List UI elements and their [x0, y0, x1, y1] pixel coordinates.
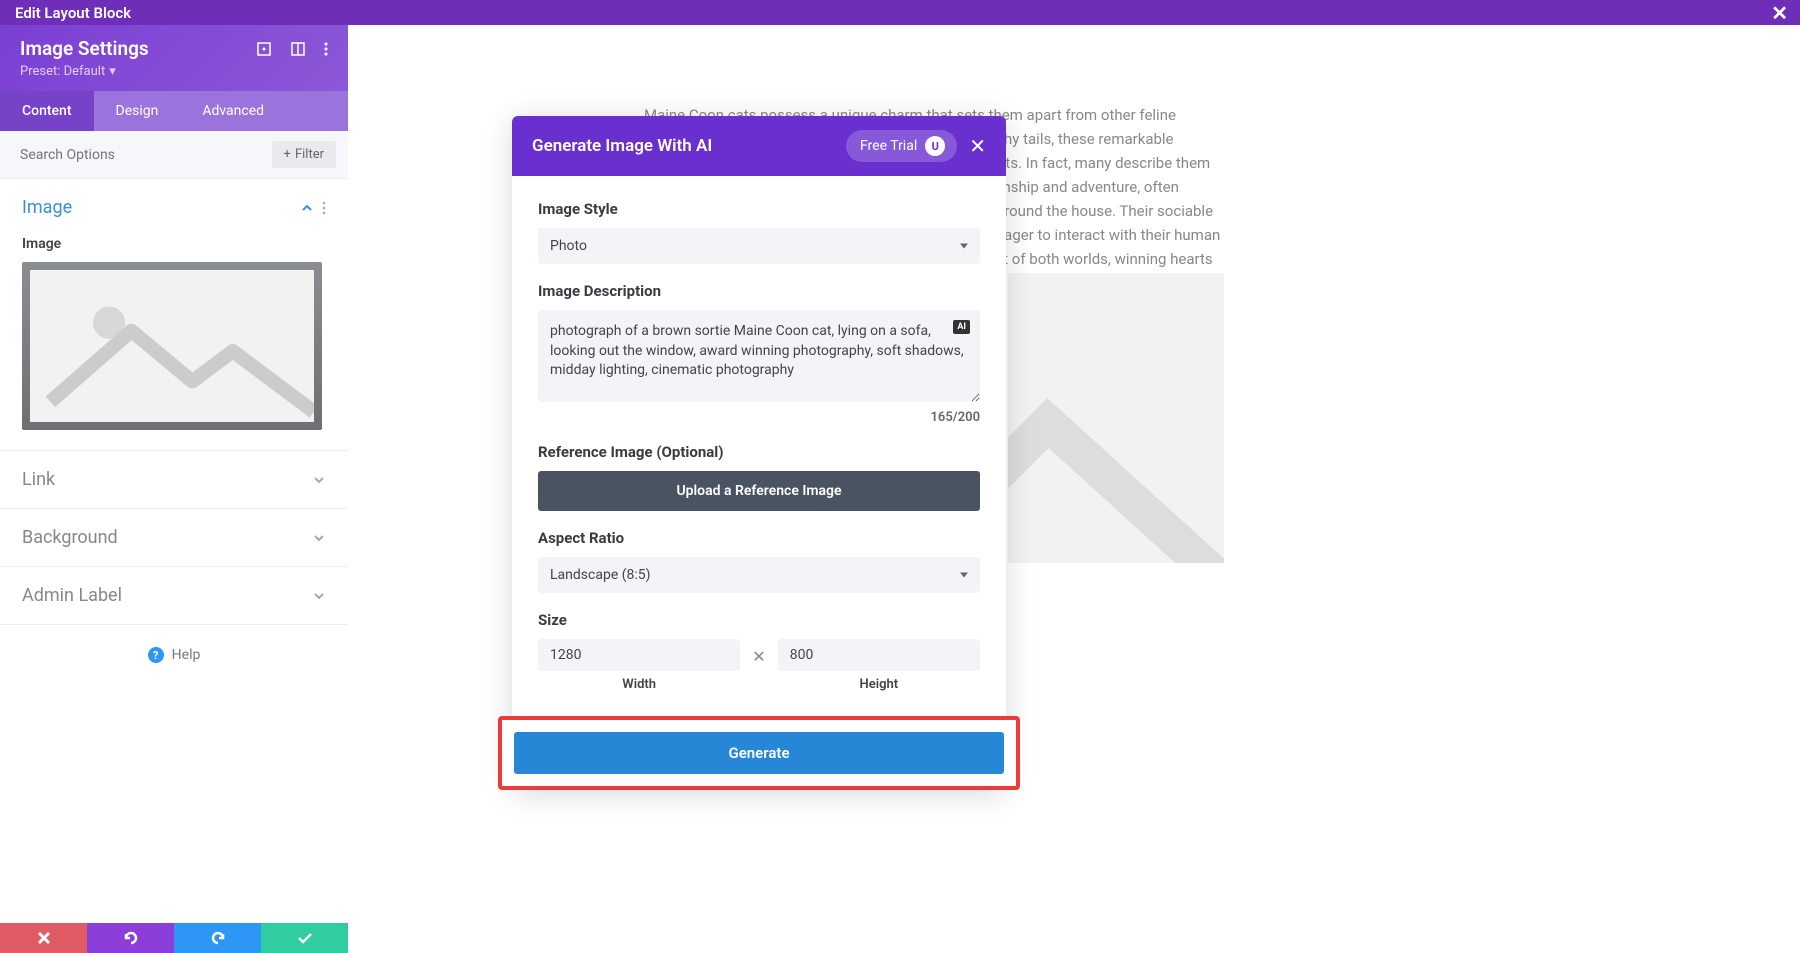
settings-sidebar: Image Settings Preset: Default ▾ Content… — [0, 25, 348, 953]
description-label: Image Description — [538, 282, 980, 300]
filter-button[interactable]: + Filter — [272, 141, 336, 168]
generate-highlight: Generate — [498, 716, 1020, 790]
section-header-admin-label[interactable]: Admin Label — [0, 567, 348, 624]
height-input[interactable] — [778, 639, 980, 671]
search-row: + Filter — [0, 131, 348, 179]
section-admin-label: Admin Label — [0, 567, 348, 625]
more-icon[interactable] — [322, 201, 326, 215]
modal-title: Generate Image With AI — [532, 136, 712, 156]
plus-icon: + — [284, 147, 291, 162]
reference-label: Reference Image (Optional) — [538, 443, 980, 461]
image-upload-area[interactable] — [22, 262, 322, 430]
section-header-background[interactable]: Background — [0, 509, 348, 566]
image-style-label: Image Style — [538, 200, 980, 218]
save-button[interactable] — [261, 923, 348, 953]
redo-button[interactable] — [174, 923, 261, 953]
generate-button[interactable]: Generate — [514, 732, 1004, 774]
settings-tabs: Content Design Advanced — [0, 91, 348, 131]
tab-advanced[interactable]: Advanced — [180, 91, 286, 131]
undo-button[interactable] — [87, 923, 174, 953]
chevron-down-icon — [312, 531, 326, 545]
section-link: Link — [0, 451, 348, 509]
ai-image-modal: Generate Image With AI Free Trial U ✕ Im… — [512, 116, 1006, 790]
chevron-down-icon — [312, 589, 326, 603]
chevron-down-icon: ▾ — [109, 64, 116, 79]
section-header-link[interactable]: Link — [0, 451, 348, 508]
window-header: Edit Layout Block ✕ — [0, 0, 1800, 25]
content-image-placeholder — [1008, 273, 1224, 563]
modal-header: Generate Image With AI Free Trial U ✕ — [512, 116, 1006, 176]
section-header-image[interactable]: Image — [0, 179, 348, 236]
image-field-label: Image — [22, 236, 326, 252]
action-bar — [0, 923, 348, 953]
aspect-label: Aspect Ratio — [538, 529, 980, 547]
chevron-up-icon — [300, 201, 314, 215]
more-icon[interactable] — [324, 41, 328, 57]
tab-design[interactable]: Design — [94, 91, 181, 131]
cancel-button[interactable] — [0, 923, 87, 953]
upload-reference-button[interactable]: Upload a Reference Image — [538, 471, 980, 511]
expand-icon[interactable] — [256, 41, 272, 57]
width-input[interactable] — [538, 639, 740, 671]
width-label: Width — [538, 677, 740, 692]
sidebar-header: Image Settings Preset: Default ▾ Content… — [0, 25, 348, 131]
help-link[interactable]: ? Help — [0, 625, 348, 685]
section-image: Image Image — [0, 179, 348, 451]
search-input[interactable] — [12, 143, 272, 167]
close-icon[interactable]: ✕ — [1771, 1, 1788, 25]
tab-content[interactable]: Content — [0, 91, 94, 131]
height-label: Height — [778, 677, 980, 692]
sidebar-title: Image Settings — [20, 37, 149, 60]
preset-selector[interactable]: Preset: Default ▾ — [20, 64, 328, 91]
char-count: 165/200 — [538, 410, 980, 425]
trial-pill[interactable]: Free Trial U — [846, 130, 957, 162]
image-placeholder-icon — [30, 270, 314, 422]
size-label: Size — [538, 611, 980, 629]
description-textarea[interactable]: photograph of a brown sortie Maine Coon … — [538, 310, 980, 402]
times-icon: ✕ — [752, 647, 765, 666]
help-icon: ? — [148, 647, 164, 663]
chevron-down-icon — [312, 473, 326, 487]
aspect-ratio-select[interactable]: Landscape (8:5) — [538, 557, 980, 593]
ai-badge-icon[interactable]: AI — [953, 320, 970, 334]
columns-icon[interactable] — [290, 41, 306, 57]
trial-badge-icon: U — [925, 136, 945, 156]
section-background: Background — [0, 509, 348, 567]
close-icon[interactable]: ✕ — [969, 134, 986, 158]
window-title: Edit Layout Block — [15, 4, 131, 22]
image-style-select[interactable]: Photo — [538, 228, 980, 264]
